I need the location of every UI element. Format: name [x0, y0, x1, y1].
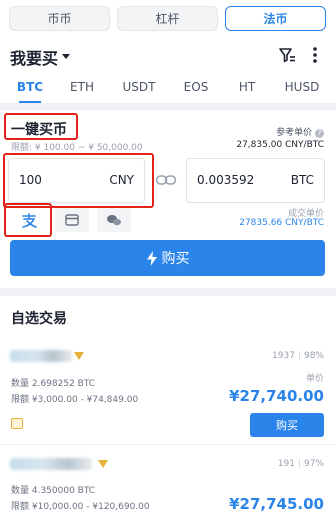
divider: [0, 444, 336, 445]
offer-price: ¥27,745.00: [229, 495, 324, 513]
tab-margin[interactable]: 杠杆: [117, 6, 218, 31]
tab-eos[interactable]: EOS: [171, 80, 221, 94]
ref-price-label: 参考单价 ?: [276, 125, 324, 138]
offer-item[interactable]: 1937 | 98% 数量 2.698252 BTC 单价 限额 ¥3,000.00…: [0, 346, 336, 446]
merchant-name-blurred: [10, 350, 72, 362]
orders-count: 1937: [272, 351, 295, 361]
tab-ht[interactable]: HT: [222, 80, 272, 94]
crypto-amount-input[interactable]: 0.003592 BTC: [186, 158, 325, 203]
wechat-icon: [107, 215, 121, 226]
active-tab-indicator: [19, 101, 41, 103]
limit-text: 限额: ¥ 100.00 ~ ¥ 50,000.00: [11, 143, 143, 153]
merchant-name-blurred: [10, 458, 92, 470]
verified-badge-icon: [74, 352, 84, 360]
offer-quantity: 数量 2.698252 BTC: [11, 379, 96, 389]
offer-price: ¥27,740.00: [229, 387, 324, 405]
tab-husd[interactable]: HUSD: [277, 80, 327, 94]
help-icon[interactable]: ?: [315, 129, 324, 138]
tab-usdt[interactable]: USDT: [114, 80, 164, 94]
offer-limit: 限额 ¥3,000.00 - ¥74,849.00: [11, 395, 139, 405]
crypto-unit: BTC: [290, 173, 314, 187]
offer-quantity: 数量 4.350000 BTC: [11, 486, 96, 496]
quick-buy-card: 一键买币 限额: ¥ 100.00 ~ ¥ 50,000.00 参考单价 ? 2…: [0, 110, 336, 288]
offer-stats: 1937 | 98%: [272, 351, 324, 361]
highlight-box-amount: [3, 153, 154, 208]
more-icon[interactable]: [305, 45, 325, 65]
lightning-icon: [146, 250, 157, 266]
offer-item[interactable]: 191 | 97% 数量 4.350000 BTC 限额 ¥10,000.00 - …: [0, 454, 336, 523]
deal-price-value: 27835.66 CNY/BTC: [239, 218, 324, 228]
tab-coin-coin[interactable]: 币币: [9, 6, 110, 31]
filter-icon[interactable]: [277, 45, 297, 65]
verified-badge-icon: [98, 460, 108, 468]
tab-eth[interactable]: ETH: [57, 80, 107, 94]
quick-buy-button[interactable]: 购买: [10, 240, 325, 276]
unit-price-label: 单价: [305, 374, 324, 384]
completion-rate: 98%: [303, 351, 324, 361]
tab-fiat[interactable]: 法币: [225, 6, 326, 31]
tab-btc[interactable]: BTC: [5, 80, 55, 94]
chevron-down-icon[interactable]: [62, 54, 70, 59]
highlight-box-title: [4, 113, 78, 140]
crypto-value: 0.003592: [197, 173, 255, 187]
pay-method-bank[interactable]: [55, 208, 89, 232]
offer-stats: 191 | 97%: [277, 459, 324, 469]
link-icon: [155, 175, 177, 185]
list-title: 自选交易: [11, 311, 67, 327]
bank-card-icon: [65, 214, 79, 226]
orders-count: 191: [277, 459, 295, 469]
bank-card-icon: [11, 418, 23, 429]
coin-tab-bar: BTC ETH USDT EOS HT HUSD: [0, 74, 336, 104]
offer-buy-button[interactable]: 购买: [250, 413, 324, 437]
completion-rate: 97%: [303, 459, 324, 469]
highlight-box-alipay: [4, 203, 52, 237]
quick-buy-button-label: 购买: [161, 251, 190, 267]
ref-price-value: 27,835.00 CNY/BTC: [236, 140, 324, 150]
page-header: 我要买: [0, 36, 336, 74]
ref-price-label-text: 参考单价: [276, 128, 313, 138]
market-tab-bar: 币币 杠杆 法币: [0, 0, 336, 36]
pay-method-wechat[interactable]: [97, 208, 131, 232]
offer-list: 自选交易 1937 | 98% 数量 2.698252 BTC 单价 限额 ¥3,0…: [0, 296, 336, 523]
page-title[interactable]: 我要买: [10, 45, 58, 69]
offer-limit: 限额 ¥10,000.00 - ¥120,690.00: [11, 502, 150, 512]
